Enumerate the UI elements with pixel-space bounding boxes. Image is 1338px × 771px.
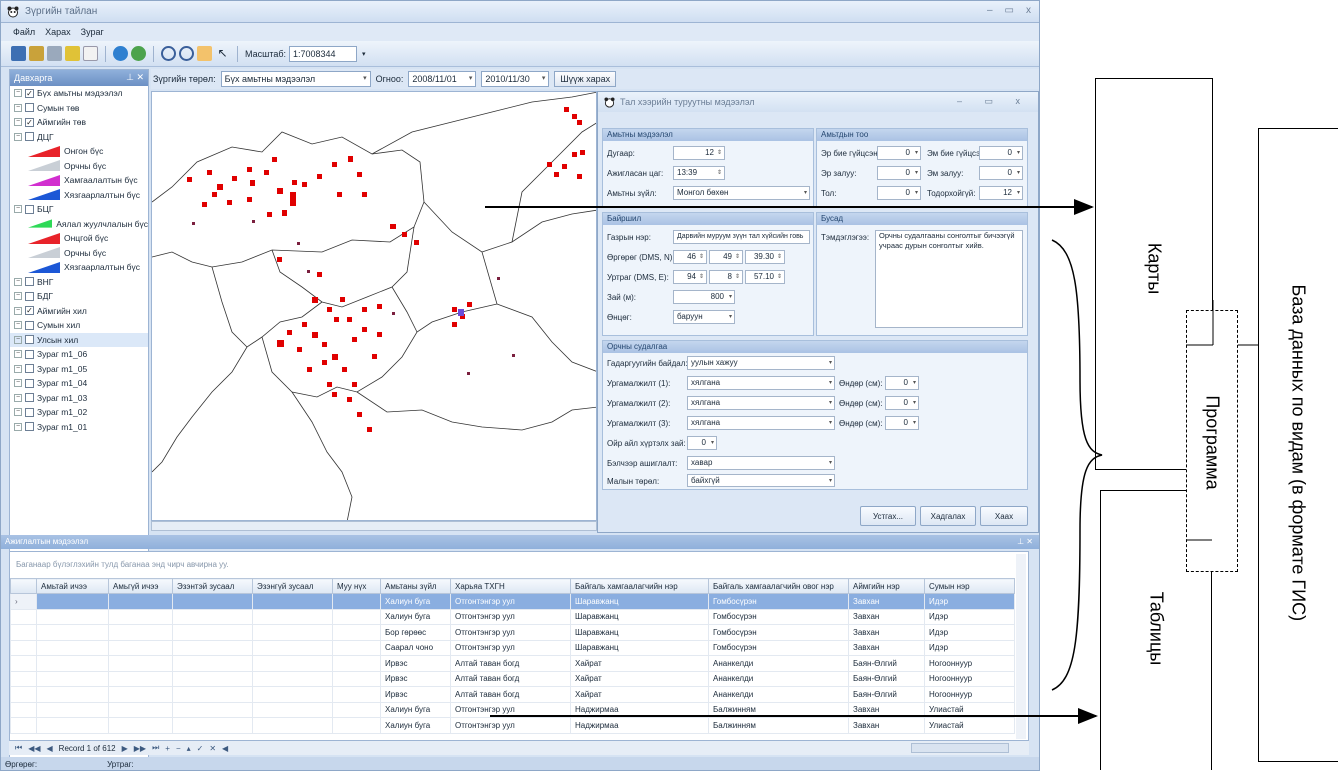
connector-lines — [485, 199, 1258, 724]
brace — [1051, 239, 1103, 691]
program-links — [1186, 344, 1258, 541]
